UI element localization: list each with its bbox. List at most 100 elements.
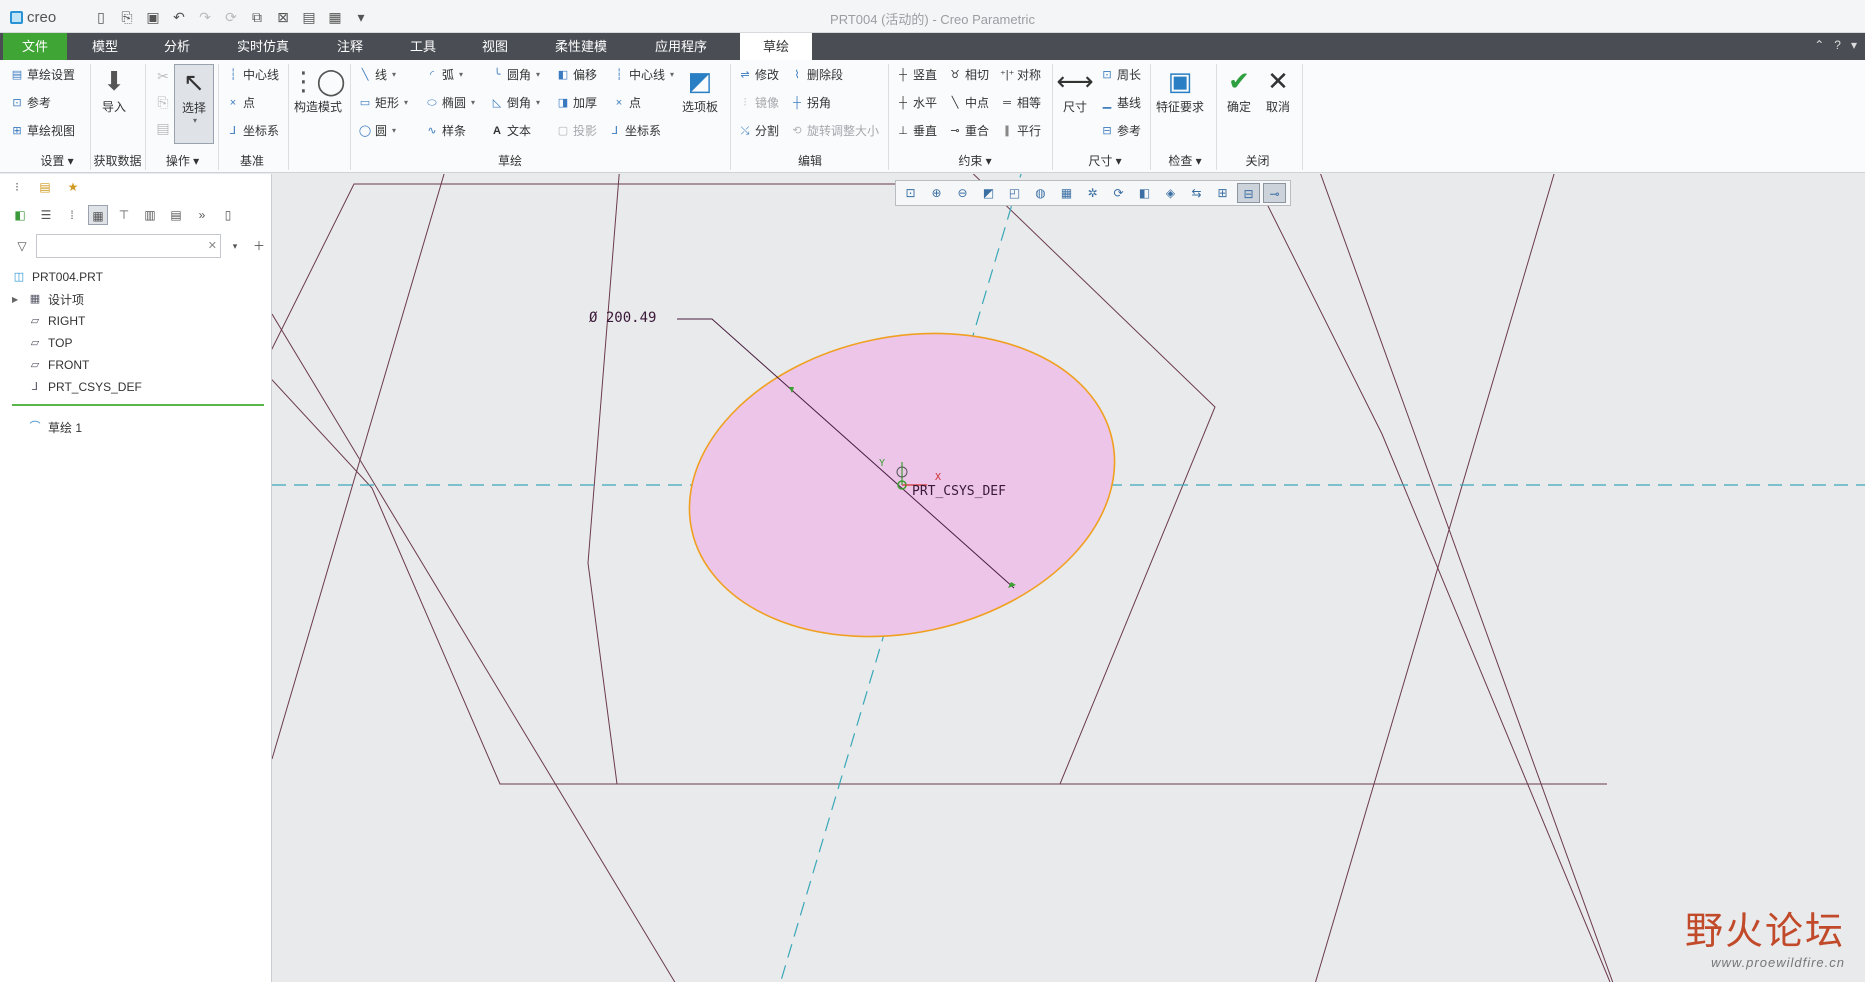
sketch-view-button[interactable]: ⊞ 草绘视图 — [10, 122, 75, 139]
divide-button[interactable]: ⤯ 分割 — [738, 122, 779, 139]
tree-item-csys[interactable]: ⅃ PRT_CSYS_DEF — [12, 376, 268, 398]
tab-model[interactable]: 模型 — [80, 33, 130, 60]
sketcher-display-icon[interactable]: ⊞ — [1211, 183, 1234, 203]
zoom-in-icon[interactable]: ⊕ — [925, 183, 948, 203]
triangle-line-left-1[interactable] — [272, 174, 447, 760]
circle-button[interactable]: ◯ 圆 ▾ — [358, 122, 396, 139]
expand-tree-icon[interactable]: ☰ — [36, 205, 56, 225]
layer-tree-icon[interactable]: ▦ — [88, 205, 108, 225]
saved-orientations-icon[interactable]: ◍ — [1029, 183, 1052, 203]
import-button[interactable]: ⬇ 导入 — [97, 64, 131, 115]
datum-centerline-button[interactable]: ┆ 中心线 — [226, 66, 279, 83]
dimension-button[interactable]: ⟷ 尺寸 — [1056, 64, 1093, 115]
text-button[interactable]: A 文本 — [490, 122, 531, 139]
tree-item-top[interactable]: ▱ TOP — [12, 332, 268, 354]
select-button[interactable]: ↖ 选择 ▾ — [174, 64, 214, 144]
display-style-icon[interactable]: ◰ — [1003, 183, 1026, 203]
show-icon[interactable]: ◧ — [10, 205, 30, 225]
favorites-tab-icon[interactable]: ★ — [64, 178, 82, 196]
zoom-out-icon[interactable]: ⊖ — [951, 183, 974, 203]
tree-item-design-items[interactable]: ▶ ▦ 设计项 — [12, 288, 268, 310]
feature-requirements-button[interactable]: ▣ 特征要求 — [1156, 64, 1204, 115]
graphics-canvas[interactable]: Ø 200.49 PRT_CSYS_DEF X Y ⊡ ⊕ ⊖ ◩ ◰ ◍ ▦ … — [272, 174, 1865, 982]
tab-annotate[interactable]: 注释 — [325, 33, 375, 60]
tree-item-right[interactable]: ▱ RIGHT — [12, 310, 268, 332]
symmetric-constraint-button[interactable]: ⁺|⁺ 对称 — [1000, 66, 1041, 83]
help-icon[interactable]: ? — [1834, 38, 1841, 52]
tree-columns-icon[interactable]: ▥ — [140, 205, 160, 225]
spin-center-icon[interactable]: ⟳ — [1107, 183, 1130, 203]
tree-search-input[interactable] — [36, 234, 221, 258]
notes-icon[interactable]: ▯ — [218, 205, 238, 225]
horizontal-constraint-button[interactable]: ┼ 水平 — [896, 94, 937, 111]
expand-arrow-icon[interactable]: ▶ — [12, 295, 22, 304]
tree-settings-icon[interactable]: ▤ — [166, 205, 186, 225]
constraint-display-icon[interactable]: ⊸ — [1263, 183, 1286, 203]
minimize-ribbon-icon[interactable]: ⌃ — [1814, 38, 1824, 52]
tab-applications[interactable]: 应用程序 — [645, 33, 717, 60]
datum-csys-button[interactable]: ⅃ 坐标系 — [226, 122, 279, 139]
triangle-line-right-2[interactable] — [1312, 174, 1557, 982]
equal-constraint-button[interactable]: ═ 相等 — [1000, 94, 1041, 111]
sketch-point-button[interactable]: × 点 — [612, 94, 641, 111]
project-button[interactable]: ▢ 投影 — [556, 122, 597, 139]
tree-item-front[interactable]: ▱ FRONT — [12, 354, 268, 376]
diameter-dimension[interactable]: Ø 200.49 — [589, 310, 656, 326]
tab-flexible-modeling[interactable]: 柔性建模 — [548, 33, 614, 60]
tab-file[interactable]: 文件 — [3, 33, 67, 60]
triangle-line-right-1[interactable] — [1317, 174, 1617, 982]
tree-item-part[interactable]: ◫ PRT004.PRT — [12, 266, 268, 288]
triangle-line-left-2[interactable] — [272, 313, 682, 982]
coincident-constraint-button[interactable]: ⊸ 重合 — [948, 122, 989, 139]
more-icon[interactable]: » — [192, 205, 212, 225]
dimension-reference-button[interactable]: ⊟ 参考 — [1100, 122, 1141, 139]
tab-sketch[interactable]: 草绘 — [740, 33, 812, 60]
tangent-constraint-button[interactable]: ♉ 相切 — [948, 66, 989, 83]
dimension-display-icon[interactable]: ⊟ — [1237, 183, 1260, 203]
thicken-button[interactable]: ◨ 加厚 — [556, 94, 597, 111]
perimeter-button[interactable]: ⊡ 周长 — [1100, 66, 1141, 83]
perpendicular-constraint-button[interactable]: ⊥ 垂直 — [896, 122, 937, 139]
spline-button[interactable]: ∿ 样条 — [425, 122, 466, 139]
arc-button[interactable]: ◜ 弧 ▾ — [425, 66, 463, 83]
palette-button[interactable]: ◩ 选项板 — [682, 64, 718, 115]
group-label-operations[interactable]: 操作 ▾ — [150, 152, 215, 169]
ellipse-button[interactable]: ⬭ 椭圆 ▾ — [425, 94, 475, 111]
group-label-dimension[interactable]: 尺寸 ▾ — [1070, 152, 1140, 169]
refit-icon[interactable]: ⊡ — [899, 183, 922, 203]
filter-icon[interactable]: ▽ — [12, 236, 32, 256]
line-button[interactable]: ╲ 线 ▾ — [358, 66, 396, 83]
folder-browser-tab-icon[interactable]: ▤ — [36, 178, 54, 196]
mirror-button[interactable]: ⫶ 镜像 — [738, 94, 779, 111]
references-button[interactable]: ⊡ 参考 — [10, 94, 51, 111]
group-label-inspect[interactable]: 检查 ▾ — [1150, 152, 1220, 169]
view-manager-icon[interactable]: ▦ — [1055, 183, 1078, 203]
group-label-constrain[interactable]: 约束 ▾ — [940, 152, 1010, 169]
group-label-setup[interactable]: 设置 ▾ — [22, 152, 92, 169]
rectangle-button[interactable]: ▭ 矩形 ▾ — [358, 94, 408, 111]
sketch-view-icon[interactable]: ⇆ — [1185, 183, 1208, 203]
baseline-button[interactable]: ▁ 基线 — [1100, 94, 1141, 111]
tree-item-sketch[interactable]: ⌒ 草绘 1 — [12, 416, 268, 438]
sketch-setup-button[interactable]: ▤ 草绘设置 — [10, 66, 75, 83]
parallel-constraint-button[interactable]: ∥ 平行 — [1000, 122, 1041, 139]
cut-icon[interactable]: ✂ — [152, 66, 174, 86]
annotation-display-icon[interactable]: ◧ — [1133, 183, 1156, 203]
tab-view[interactable]: 视图 — [470, 33, 520, 60]
ok-button[interactable]: ✔ 确定 — [1222, 64, 1256, 115]
fillet-button[interactable]: ╰ 圆角 ▾ — [490, 66, 540, 83]
rotate-resize-button[interactable]: ⟲ 旋转调整大小 — [790, 122, 879, 139]
repaint-icon[interactable]: ◩ — [977, 183, 1000, 203]
corner-button[interactable]: ┼ 拐角 — [790, 94, 831, 111]
sketch-centerline-button[interactable]: ┆ 中心线 ▾ — [612, 66, 674, 83]
add-icon[interactable]: ＋ — [249, 236, 269, 256]
midpoint-constraint-button[interactable]: ╲ 中点 — [948, 94, 989, 111]
collapse-tree-icon[interactable]: ⁞ — [62, 205, 82, 225]
copy-icon[interactable]: ⎘ — [152, 92, 174, 112]
tab-simulation[interactable]: 实时仿真 — [230, 33, 296, 60]
datum-display-icon[interactable]: ✲ — [1081, 183, 1104, 203]
perspective-icon[interactable]: ◈ — [1159, 183, 1182, 203]
clear-search-icon[interactable]: ✕ — [208, 239, 217, 252]
tab-tools[interactable]: 工具 — [398, 33, 448, 60]
modify-button[interactable]: ⇌ 修改 — [738, 66, 779, 83]
